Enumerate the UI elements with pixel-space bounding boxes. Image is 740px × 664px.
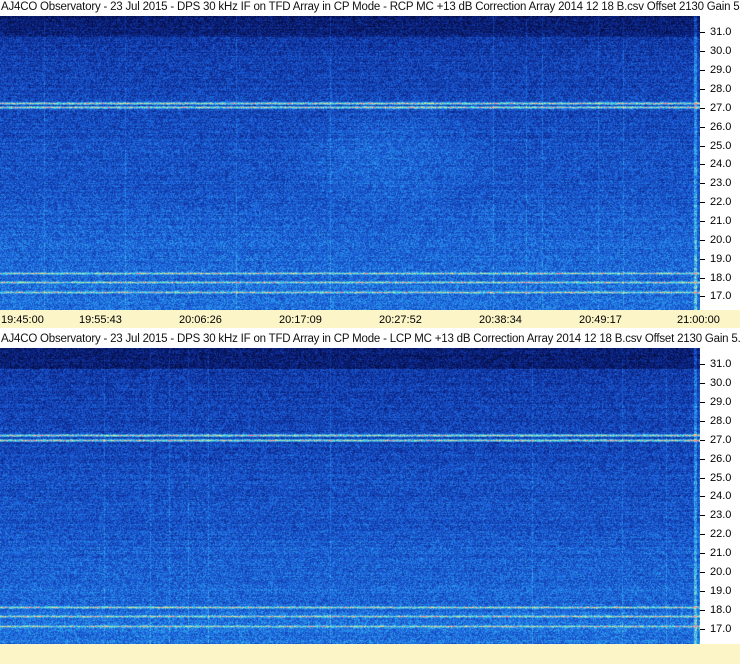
y-tick-label: 22.0 (710, 528, 732, 540)
y-tick-label: 20.0 (710, 234, 732, 246)
y-tick: 25.0 (700, 472, 740, 484)
y-tick: 27.0 (700, 102, 740, 114)
y-tick: 20.0 (700, 566, 740, 578)
y-tick-label: 18.0 (710, 604, 732, 616)
y-tick-label: 30.0 (710, 377, 732, 389)
y-tick-label: 19.0 (710, 253, 732, 265)
x-tick-label: 20:38:34 (479, 314, 522, 326)
y-tick-label: 27.0 (710, 434, 732, 446)
time-axis (0, 644, 740, 664)
y-tick: 28.0 (700, 415, 740, 427)
y-tick-label: 25.0 (710, 472, 732, 484)
y-tick: 31.0 (700, 26, 740, 38)
y-tick-label: 24.0 (710, 158, 732, 170)
y-tick: 18.0 (700, 272, 740, 284)
y-tick-label: 20.0 (710, 566, 732, 578)
x-tick-label: 20:49:17 (579, 314, 622, 326)
y-tick-label: 24.0 (710, 490, 732, 502)
y-tick: 19.0 (700, 253, 740, 265)
y-tick-label: 22.0 (710, 196, 732, 208)
y-tick-label: 18.0 (710, 272, 732, 284)
y-tick-label: 21.0 (710, 547, 732, 559)
y-tick-label: 23.0 (710, 177, 732, 189)
frequency-axis: 31.0 30.0 29.0 28.0 27.0 26.0 25.0 24.0 … (700, 348, 740, 644)
frequency-axis: 31.0 30.0 29.0 28.0 27.0 26.0 25.0 24.0 … (700, 16, 740, 310)
y-tick: 22.0 (700, 528, 740, 540)
x-tick-label: 19:55:43 (79, 314, 122, 326)
y-tick-label: 19.0 (710, 585, 732, 597)
y-tick: 21.0 (700, 547, 740, 559)
y-tick: 23.0 (700, 509, 740, 521)
spectrogram-viewer: AJ4CO Observatory - 23 Jul 2015 - DPS 30… (0, 0, 740, 664)
y-tick: 21.0 (700, 215, 740, 227)
rcp-spectrogram[interactable] (0, 16, 700, 310)
y-tick-label: 27.0 (710, 102, 732, 114)
y-tick-label: 26.0 (710, 121, 732, 133)
y-tick: 25.0 (700, 140, 740, 152)
x-tick-label: 19:45:00 (1, 314, 44, 326)
y-tick: 30.0 (700, 45, 740, 57)
y-tick-label: 21.0 (710, 215, 732, 227)
panel-title: AJ4CO Observatory - 23 Jul 2015 - DPS 30… (1, 1, 740, 13)
y-tick: 23.0 (700, 177, 740, 189)
y-tick-label: 30.0 (710, 45, 732, 57)
x-tick-label: 20:27:52 (379, 314, 422, 326)
y-tick: 29.0 (700, 64, 740, 76)
y-tick-label: 28.0 (710, 415, 732, 427)
y-tick: 29.0 (700, 396, 740, 408)
lcp-panel: AJ4CO Observatory - 23 Jul 2015 - DPS 30… (0, 332, 740, 664)
x-tick-label: 21:00:00 (677, 314, 720, 326)
y-tick-label: 29.0 (710, 64, 732, 76)
y-tick: 17.0 (700, 290, 740, 302)
y-tick-label: 31.0 (710, 358, 732, 370)
y-tick: 19.0 (700, 585, 740, 597)
y-tick-label: 29.0 (710, 396, 732, 408)
y-tick: 28.0 (700, 83, 740, 95)
y-tick: 26.0 (700, 453, 740, 465)
y-tick: 17.0 (700, 623, 740, 635)
y-tick: 18.0 (700, 604, 740, 616)
lcp-spectrogram[interactable] (0, 348, 700, 644)
y-tick: 27.0 (700, 434, 740, 446)
y-tick-label: 26.0 (710, 453, 732, 465)
y-tick-label: 23.0 (710, 509, 732, 521)
y-tick: 31.0 (700, 358, 740, 370)
y-tick-label: 17.0 (710, 290, 732, 302)
y-tick: 26.0 (700, 121, 740, 133)
x-tick-label: 20:17:09 (279, 314, 322, 326)
y-tick: 24.0 (700, 158, 740, 170)
y-tick-label: 17.0 (710, 623, 732, 635)
y-tick: 20.0 (700, 234, 740, 246)
y-tick-label: 25.0 (710, 140, 732, 152)
time-axis: 19:45:00 19:55:43 20:06:26 20:17:09 20:2… (0, 310, 740, 328)
panel-title: AJ4CO Observatory - 23 Jul 2015 - DPS 30… (1, 333, 740, 345)
rcp-panel: AJ4CO Observatory - 23 Jul 2015 - DPS 30… (0, 0, 740, 328)
x-tick-label: 20:06:26 (179, 314, 222, 326)
y-tick-label: 28.0 (710, 83, 732, 95)
y-tick: 30.0 (700, 377, 740, 389)
y-tick: 22.0 (700, 196, 740, 208)
y-tick: 24.0 (700, 490, 740, 502)
y-tick-label: 31.0 (710, 26, 732, 38)
